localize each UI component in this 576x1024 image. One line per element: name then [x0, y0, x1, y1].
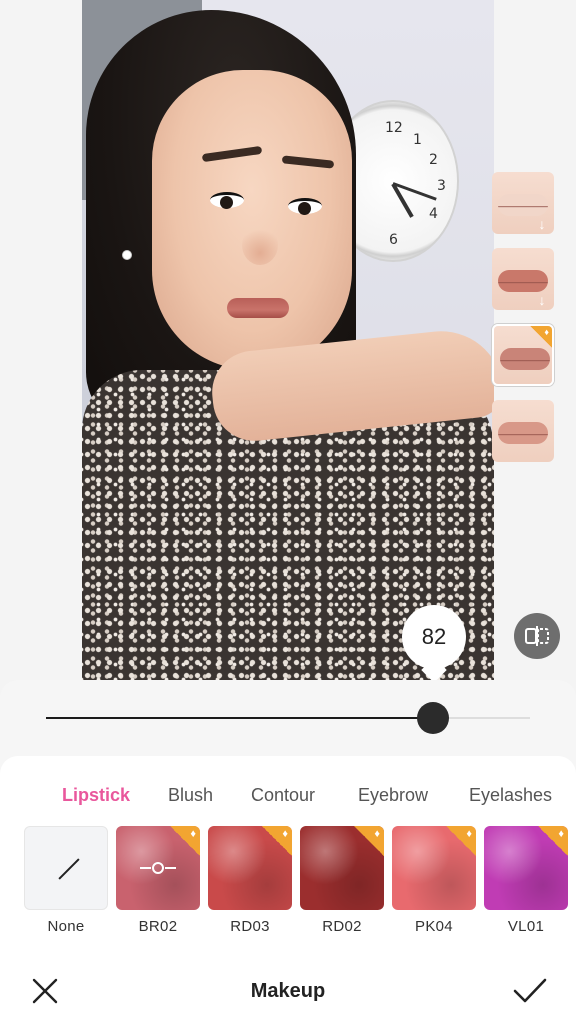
bottom-bar: Makeup	[0, 946, 576, 1024]
premium-badge-icon	[170, 826, 200, 856]
premium-badge-icon	[530, 326, 552, 348]
swatch-color	[484, 826, 568, 910]
preset-lips	[498, 194, 548, 216]
premium-badge-icon	[538, 826, 568, 856]
intensity-slider[interactable]	[46, 702, 530, 734]
swatch-label: VL01	[507, 918, 545, 935]
preset-lip-1[interactable]: ↓	[492, 172, 554, 234]
left-eye	[210, 192, 244, 209]
swatch-rd02[interactable]: RD02	[300, 826, 384, 935]
swatch-color	[116, 826, 200, 910]
preset-lips	[498, 270, 548, 292]
swatch-vl01[interactable]: VL01	[484, 826, 568, 935]
subject-face	[152, 70, 352, 370]
swatch-label: RD02	[322, 918, 362, 935]
download-icon: ↓	[538, 216, 546, 232]
page-title: Makeup	[250, 980, 326, 1002]
premium-badge-icon	[262, 826, 292, 856]
preset-lips	[500, 348, 550, 370]
compare-icon	[525, 626, 549, 646]
premium-badge-icon	[354, 826, 384, 856]
right-eye	[288, 198, 322, 215]
tab-lipstick[interactable]: Lipstick	[62, 785, 130, 806]
preset-lips	[498, 422, 548, 444]
swatch-rd03[interactable]: RD03	[208, 826, 292, 935]
makeup-panel: Lipstick Blush Contour Eyebrow Eyelashes Non…	[0, 756, 576, 1024]
intensity-slider-thumb[interactable]	[417, 702, 450, 734]
swatch-br02[interactable]: BR02	[116, 826, 200, 935]
category-tabs: Lipstick Blush Contour Eyebrow Eyelashes	[0, 785, 576, 809]
tab-contour[interactable]: Contour	[251, 785, 315, 806]
premium-badge-icon	[446, 826, 476, 856]
intensity-value: 82	[421, 624, 447, 649]
preset-lip-2[interactable]: ↓	[492, 248, 554, 310]
swatch-color	[392, 826, 476, 910]
subject-lips	[227, 298, 289, 318]
adjust-selected-icon	[140, 862, 176, 874]
bottom-sheet: Lipstick Blush Contour Eyebrow Eyelashes Non…	[0, 680, 576, 1024]
swatch-color	[208, 826, 292, 910]
swatch-label: BR02	[138, 918, 178, 935]
tab-eyebrow[interactable]: Eyebrow	[358, 785, 428, 806]
earring	[122, 250, 132, 260]
lip-preset-list: ↓ ↓	[492, 172, 558, 476]
swatch-list: None BR02 RD03 RD02 PK04 VL01	[24, 826, 576, 946]
swatch-label: RD03	[230, 918, 270, 935]
check-icon[interactable]	[512, 976, 548, 1006]
intensity-slider-fill	[46, 717, 434, 719]
photo-canvas[interactable]: 12 3 6 9 1 2 4	[82, 0, 494, 680]
swatch-none[interactable]: None	[24, 826, 108, 935]
swatch-color	[300, 826, 384, 910]
swatch-label: PK04	[415, 918, 453, 935]
swatch-pk04[interactable]: PK04	[392, 826, 476, 935]
swatch-color	[24, 826, 108, 910]
tab-blush[interactable]: Blush	[168, 785, 213, 806]
tab-eyelashes[interactable]: Eyelashes	[469, 785, 552, 806]
swatch-label: None	[47, 918, 85, 935]
compare-button[interactable]	[514, 613, 560, 659]
preset-lip-4[interactable]	[492, 400, 554, 462]
preset-lip-3[interactable]	[492, 324, 554, 386]
download-icon: ↓	[538, 292, 546, 308]
intensity-value-bubble: 82	[402, 605, 466, 669]
subject-nose	[242, 225, 278, 265]
